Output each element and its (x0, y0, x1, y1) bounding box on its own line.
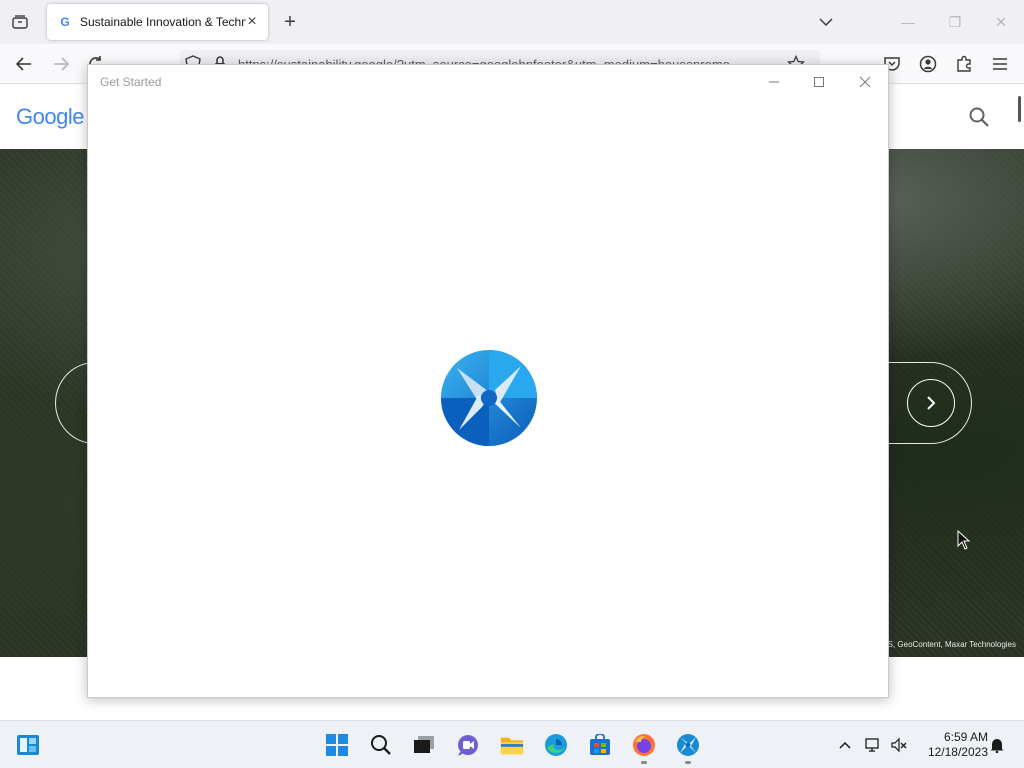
widgets-icon[interactable] (16, 733, 40, 757)
get-started-logo-icon (439, 348, 539, 448)
browser-tab[interactable]: G Sustainable Innovation & Techn × (47, 4, 268, 40)
clock-date: 12/18/2023 (927, 745, 988, 759)
minimize-icon[interactable]: — (898, 12, 918, 32)
get-started-running-indicator (685, 761, 691, 764)
window-title: Get Started (100, 75, 162, 89)
store-icon[interactable] (588, 733, 612, 757)
get-started-window: Get Started (87, 64, 889, 698)
firefox-running-indicator (641, 761, 647, 764)
taskbar: 6:59 AM 12/18/2023 (0, 720, 1024, 768)
chevron-up-icon[interactable] (837, 737, 853, 753)
system-clock[interactable]: 6:59 AM 12/18/2023 (916, 730, 988, 760)
google-logo-text: Google (16, 104, 84, 129)
close-icon[interactable] (854, 71, 876, 93)
google-favicon-icon: G (60, 15, 70, 29)
search-icon[interactable] (968, 106, 990, 128)
tab-title: Sustainable Innovation & Techn (80, 15, 246, 29)
chevron-right-icon[interactable] (907, 379, 955, 427)
back-arrow-icon[interactable] (14, 54, 34, 74)
maximize-icon[interactable]: ❐ (945, 12, 965, 32)
notification-icon[interactable] (989, 737, 1005, 753)
plus-icon[interactable]: + (279, 11, 301, 33)
menu-icon[interactable] (990, 54, 1010, 74)
get-started-icon[interactable] (676, 733, 700, 757)
file-explorer-icon[interactable] (500, 733, 524, 757)
edge-icon[interactable] (544, 733, 568, 757)
forward-arrow-icon[interactable] (51, 54, 71, 74)
maximize-icon[interactable] (808, 71, 830, 93)
minimize-icon[interactable] (763, 71, 785, 93)
start-icon[interactable] (325, 733, 349, 757)
map-attribution: S, GeoContent, Maxar Technologies (887, 640, 1016, 649)
firefox-icon[interactable] (632, 733, 656, 757)
extensions-icon[interactable] (954, 54, 974, 74)
teams-chat-icon[interactable] (456, 733, 480, 757)
page-scrollbar[interactable] (1018, 96, 1021, 122)
task-view-icon[interactable] (412, 733, 436, 757)
google-logo[interactable]: Google (16, 104, 84, 130)
browser-tab-bar: G Sustainable Innovation & Techn × + — ❐… (0, 0, 1024, 44)
chevron-down-icon[interactable] (815, 12, 837, 32)
network-icon[interactable] (865, 737, 881, 753)
search-icon[interactable] (369, 733, 393, 757)
clock-time: 6:59 AM (943, 730, 988, 744)
close-icon[interactable]: ✕ (991, 12, 1011, 32)
volume-muted-icon[interactable] (891, 737, 907, 753)
tab-list-icon[interactable] (8, 10, 32, 34)
close-icon[interactable]: × (244, 14, 260, 30)
account-icon[interactable] (918, 54, 938, 74)
mouse-cursor (957, 529, 971, 550)
